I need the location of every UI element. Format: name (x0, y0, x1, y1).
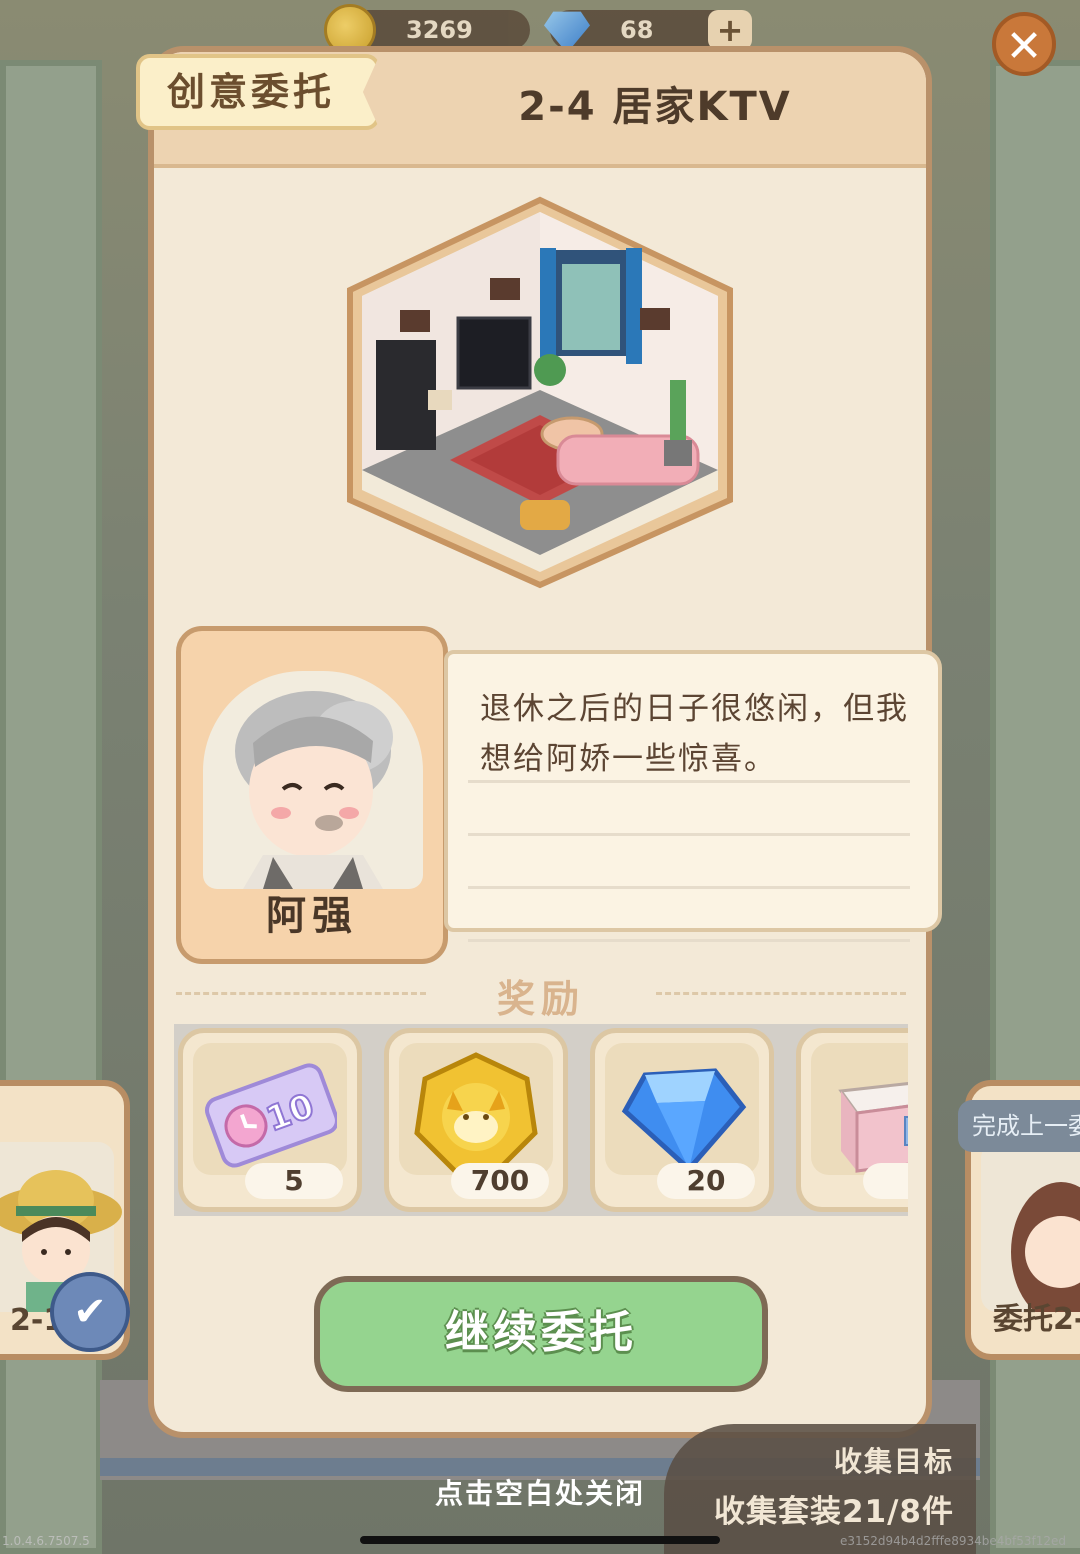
tap-to-close-hint: 点击空白处关闭 (434, 1477, 645, 1510)
reward-item-coin[interactable]: 700 (384, 1028, 568, 1212)
old-man-avatar-icon (235, 691, 393, 889)
coin-value: 3269 (406, 16, 473, 44)
completed-check-icon: ✔ (50, 1272, 130, 1352)
continue-commission-button[interactable]: 继续委托 (314, 1276, 768, 1392)
blue-gem-icon (621, 1068, 747, 1173)
commission-type-label: 创意委托 (166, 70, 335, 114)
previous-required-tag: 完成上一委 (958, 1100, 1080, 1152)
reward-item-gem[interactable]: 20 (590, 1028, 774, 1212)
rewards-title: 奖励 (496, 977, 585, 1021)
add-gems-button[interactable]: + (708, 10, 752, 50)
room-preview (340, 190, 740, 590)
reward-quantity: 20 (657, 1163, 755, 1199)
home-indicator[interactable] (360, 1536, 720, 1544)
reward-item-cabinet[interactable] (796, 1028, 908, 1212)
reward-item-ticket[interactable]: 10 5 (178, 1028, 362, 1212)
gem-value: 68 (620, 16, 654, 44)
npc-card: 阿强 (176, 626, 448, 964)
commission-type-tab: 创意委托 (136, 54, 380, 130)
coin-counter: 3269 (324, 4, 530, 56)
build-hash-label: e3152d94b4d2fffe8934be4bf53f12ed (840, 1534, 1066, 1548)
reward-quantity: 700 (451, 1163, 549, 1199)
rewards-header: 奖励 (176, 968, 906, 1021)
dialogue-text: 退休之后的日子很悠闲，但我想给阿娇一些惊喜。 (480, 691, 909, 777)
reward-quantity (863, 1163, 908, 1199)
npc-name: 阿强 (266, 893, 358, 939)
version-label: 1.0.4.6.7507.5 (2, 1534, 90, 1548)
pink-cabinet-icon (838, 1082, 908, 1173)
side-card-label: 委托2- (993, 1302, 1080, 1337)
close-button[interactable]: ✕ (992, 12, 1056, 76)
corgi-coin-icon (414, 1052, 538, 1174)
side-portrait (981, 1142, 1080, 1322)
npc-portrait (203, 671, 423, 889)
rewards-list[interactable]: 10 5 700 20 (174, 1024, 908, 1216)
dialogue-box: 退休之后的日子很悠闲，但我想给阿娇一些惊喜。 (444, 650, 942, 942)
speedup-ticket-icon: 10 (204, 1063, 337, 1168)
room-illustration-icon (347, 196, 733, 589)
reward-quantity: 5 (245, 1163, 343, 1199)
girl-portrait-icon (1011, 1182, 1080, 1322)
